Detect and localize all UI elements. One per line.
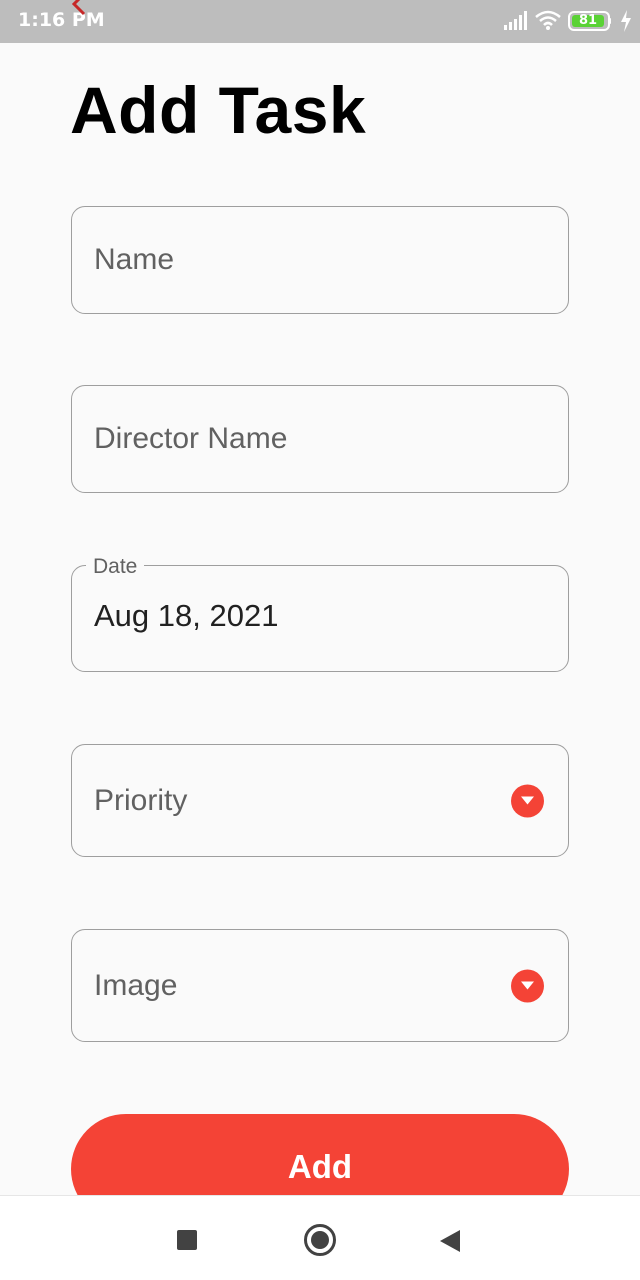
director-name-placeholder: Director Name xyxy=(94,422,288,455)
home-icon-inner xyxy=(311,1231,329,1249)
name-field[interactable]: Name xyxy=(71,206,569,314)
navigation-bar xyxy=(0,1195,640,1280)
back-arrow-icon[interactable] xyxy=(66,0,96,18)
battery-tip xyxy=(608,18,611,24)
dropdown-arrow-icon[interactable] xyxy=(511,969,544,1002)
image-placeholder: Image xyxy=(94,968,178,1002)
director-name-field[interactable]: Director Name xyxy=(71,385,569,493)
back-icon[interactable] xyxy=(438,1228,462,1258)
page-title: Add Task xyxy=(70,73,367,147)
dropdown-arrow-icon[interactable] xyxy=(511,784,544,817)
wifi-icon xyxy=(534,9,562,35)
date-label: Date xyxy=(86,555,145,579)
name-placeholder: Name xyxy=(94,243,175,276)
battery-level: 81 xyxy=(578,13,598,28)
recents-icon[interactable] xyxy=(177,1230,197,1250)
battery-icon: 81 xyxy=(568,11,611,31)
signal-icon xyxy=(504,11,528,35)
image-dropdown[interactable]: Image xyxy=(71,929,569,1042)
date-field[interactable]: Date Aug 18, 2021 xyxy=(71,555,569,672)
home-icon[interactable] xyxy=(304,1224,336,1256)
priority-dropdown[interactable]: Priority xyxy=(71,744,569,857)
status-bar: 1:16 PM 81 xyxy=(0,0,640,43)
priority-placeholder: Priority xyxy=(94,783,188,817)
date-value: Aug 18, 2021 xyxy=(94,598,279,633)
charging-icon xyxy=(620,10,632,36)
